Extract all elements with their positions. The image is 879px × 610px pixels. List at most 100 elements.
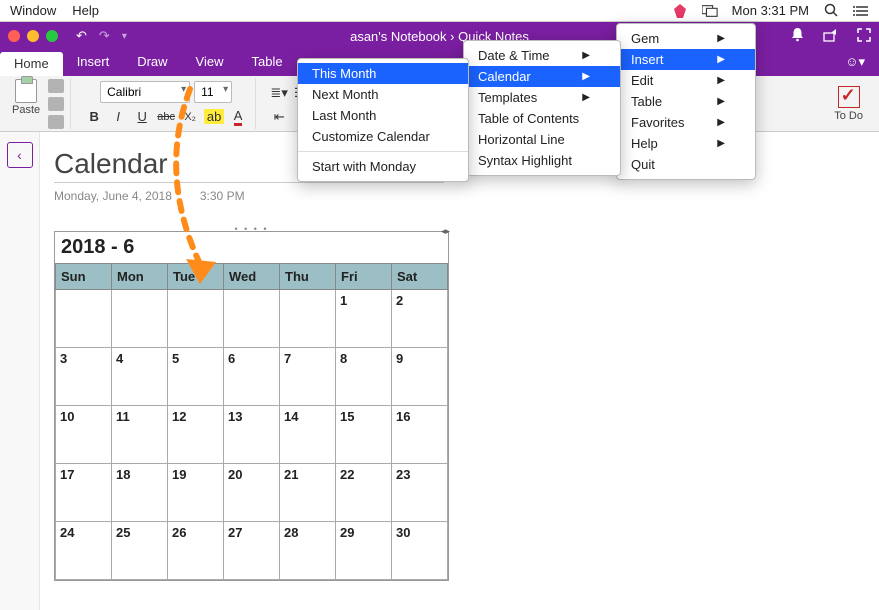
tab-table[interactable]: Table	[238, 50, 297, 76]
calendar-cell[interactable]: 13	[224, 406, 280, 464]
italic-button[interactable]: I	[107, 107, 129, 127]
menu-item-help[interactable]: Help▶	[617, 133, 755, 154]
calendar-cell[interactable]: 22	[336, 464, 392, 522]
displays-icon[interactable]	[702, 3, 718, 19]
page-canvas[interactable]: Calendar Monday, June 4, 2018 3:30 PM • …	[40, 132, 879, 610]
calendar-cell[interactable]: 2	[392, 290, 448, 348]
menu-item-table-of-contents[interactable]: Table of Contents	[464, 108, 620, 129]
menu-item-last-month[interactable]: Last Month	[298, 105, 468, 126]
menu-window[interactable]: Window	[10, 3, 56, 18]
menubar-clock[interactable]: Mon 3:31 PM	[732, 3, 809, 18]
calendar-cell[interactable]: 12	[168, 406, 224, 464]
calendar-cell[interactable]: 30	[392, 522, 448, 580]
back-button[interactable]: ‹	[7, 142, 33, 168]
calendar-cell[interactable]: 10	[56, 406, 112, 464]
calendar-cell[interactable]: 26	[168, 522, 224, 580]
list-menubar-icon[interactable]	[853, 3, 869, 19]
subscript-button[interactable]: X₂	[179, 107, 201, 127]
fullscreen-icon[interactable]	[857, 28, 871, 45]
menu-item-syntax-highlight[interactable]: Syntax Highlight	[464, 150, 620, 171]
tab-home[interactable]: Home	[0, 52, 63, 76]
container-handle-icon[interactable]: • • • •	[234, 224, 268, 234]
calendar-cell[interactable]: 16	[392, 406, 448, 464]
calendar-cell[interactable]: 14	[280, 406, 336, 464]
share-icon[interactable]	[823, 28, 839, 45]
cut-icon[interactable]	[48, 79, 64, 93]
calendar-cell[interactable]	[168, 290, 224, 348]
calendar-cell[interactable]: 24	[56, 522, 112, 580]
calendar-header-row: SunMonTueWedThuFriSat	[56, 264, 448, 290]
zoom-window-icon[interactable]	[46, 30, 58, 42]
menu-item-date-time[interactable]: Date & Time▶	[464, 45, 620, 66]
font-color-button[interactable]: A	[227, 107, 249, 127]
submenu-arrow-icon: ▶	[717, 117, 725, 128]
calendar-cell[interactable]: 27	[224, 522, 280, 580]
close-window-icon[interactable]	[8, 30, 20, 42]
calendar-cell[interactable]: 18	[112, 464, 168, 522]
menu-item-start-with-monday[interactable]: Start with Monday	[298, 156, 468, 177]
calendar-cell[interactable]: 23	[392, 464, 448, 522]
menu-item-quit[interactable]: Quit	[617, 154, 755, 175]
calendar-cell[interactable]: 7	[280, 348, 336, 406]
calendar-cell[interactable]: 28	[280, 522, 336, 580]
calendar-cell[interactable]	[224, 290, 280, 348]
tab-view[interactable]: View	[182, 50, 238, 76]
tab-insert[interactable]: Insert	[63, 50, 124, 76]
container-collapse-icon[interactable]: ◂▸	[441, 226, 450, 237]
calendar-cell[interactable]	[112, 290, 168, 348]
outdent-button[interactable]: ⇤	[268, 107, 290, 127]
calendar-cell[interactable]: 6	[224, 348, 280, 406]
menu-item-edit[interactable]: Edit▶	[617, 70, 755, 91]
highlight-button[interactable]: ab	[203, 107, 225, 127]
paste-button[interactable]: Paste	[12, 79, 40, 116]
calendar-cell[interactable]: 3	[56, 348, 112, 406]
spotlight-icon[interactable]	[823, 3, 839, 19]
bullets-button[interactable]: ≣▾	[268, 83, 290, 103]
menu-item-favorites[interactable]: Favorites▶	[617, 112, 755, 133]
minimize-window-icon[interactable]	[27, 30, 39, 42]
weekday-header: Mon	[112, 264, 168, 290]
calendar-container[interactable]: • • • • ◂▸ 2018 - 6 SunMonTueWedThuFriSa…	[54, 231, 449, 581]
calendar-cell[interactable]: 19	[168, 464, 224, 522]
calendar-cell[interactable]: 8	[336, 348, 392, 406]
menu-item-next-month[interactable]: Next Month	[298, 84, 468, 105]
todo-tag-button[interactable]	[838, 86, 860, 108]
calendar-cell[interactable]: 29	[336, 522, 392, 580]
strike-button[interactable]: abc	[155, 107, 177, 127]
calendar-cell[interactable]: 5	[168, 348, 224, 406]
menu-item-table[interactable]: Table▶	[617, 91, 755, 112]
redo-icon[interactable]: ↷	[99, 28, 110, 44]
calendar-cell[interactable]: 25	[112, 522, 168, 580]
calendar-cell[interactable]	[280, 290, 336, 348]
calendar-cell[interactable]: 20	[224, 464, 280, 522]
menu-item-this-month[interactable]: This Month	[298, 63, 468, 84]
calendar-cell[interactable]: 9	[392, 348, 448, 406]
menu-item-gem[interactable]: Gem▶	[617, 28, 755, 49]
menu-item-calendar[interactable]: Calendar▶	[464, 66, 620, 87]
menu-item-insert[interactable]: Insert▶	[617, 49, 755, 70]
calendar-cell[interactable]	[56, 290, 112, 348]
bold-button[interactable]: B	[83, 107, 105, 127]
copy-icon[interactable]	[48, 97, 64, 111]
feedback-icon[interactable]: ☺▾	[831, 50, 879, 76]
calendar-cell[interactable]: 21	[280, 464, 336, 522]
calendar-cell[interactable]: 11	[112, 406, 168, 464]
calendar-cell[interactable]: 15	[336, 406, 392, 464]
notifications-icon[interactable]	[790, 27, 805, 45]
font-name-select[interactable]	[100, 81, 190, 103]
underline-button[interactable]: U	[131, 107, 153, 127]
titlebar-more-icon[interactable]: ▾	[122, 31, 127, 42]
calendar-cell[interactable]: 4	[112, 348, 168, 406]
menu-item-customize-calendar[interactable]: Customize Calendar	[298, 126, 468, 147]
font-size-select[interactable]	[194, 81, 232, 103]
tab-draw[interactable]: Draw	[123, 50, 181, 76]
menu-item-templates[interactable]: Templates▶	[464, 87, 620, 108]
format-painter-icon[interactable]	[48, 115, 64, 129]
menu-item-horizontal-line[interactable]: Horizontal Line	[464, 129, 620, 150]
weekday-header: Sun	[56, 264, 112, 290]
calendar-cell[interactable]: 1	[336, 290, 392, 348]
menu-help[interactable]: Help	[72, 3, 99, 18]
gem-menubar-icon[interactable]	[672, 3, 688, 19]
calendar-cell[interactable]: 17	[56, 464, 112, 522]
undo-icon[interactable]: ↶	[76, 28, 87, 44]
